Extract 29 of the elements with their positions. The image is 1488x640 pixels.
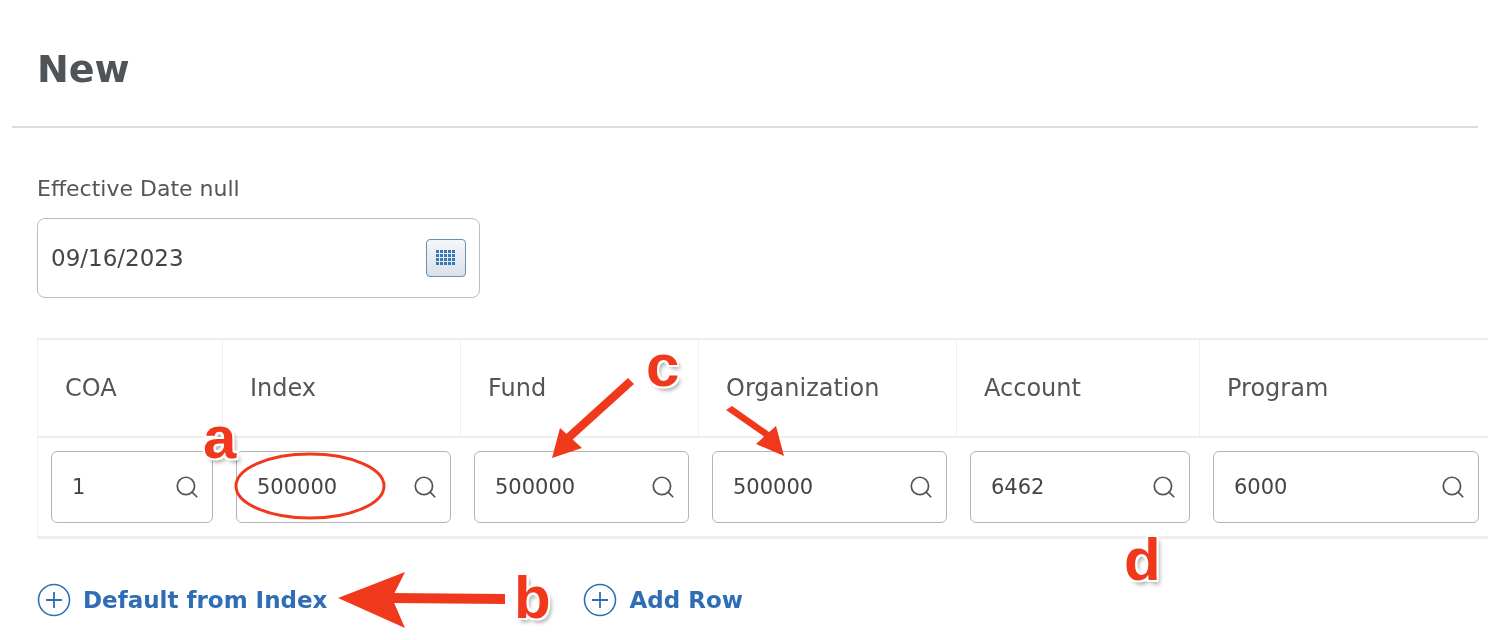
search-icon[interactable] — [1440, 474, 1466, 500]
plus-circle-icon — [37, 583, 71, 617]
action-link[interactable]: Default from Index — [37, 583, 328, 617]
annotation-letter: d — [1124, 534, 1161, 586]
annotation-letter: c — [646, 340, 680, 392]
page-title: New — [37, 46, 130, 92]
column-header: Index — [250, 374, 317, 402]
column-header: COA — [65, 374, 117, 402]
search-icon[interactable] — [412, 474, 438, 500]
lookup-field[interactable]: 500000 — [236, 451, 451, 523]
action-link[interactable]: Add Row — [583, 583, 743, 617]
date-field[interactable]: 09/16/2023 — [37, 218, 480, 298]
column-header: Account — [984, 374, 1081, 402]
lookup-field[interactable]: 500000 — [712, 451, 947, 523]
lookup-field[interactable]: 500000 — [474, 451, 689, 523]
lookup-field[interactable]: 6462 — [970, 451, 1190, 523]
search-icon[interactable] — [1151, 474, 1177, 500]
calendar-icon[interactable] — [426, 239, 466, 277]
plus-circle-icon — [583, 583, 618, 617]
field-label: Effective Date null — [37, 176, 240, 202]
arrow — [726, 406, 784, 456]
lookup-field[interactable]: 6000 — [1213, 451, 1479, 523]
annotation-letter: b — [514, 572, 551, 624]
column-header: Program — [1227, 374, 1329, 402]
search-icon[interactable] — [908, 474, 934, 500]
column-header: Fund — [488, 374, 547, 402]
column-header: Organization — [726, 374, 880, 402]
search-icon[interactable] — [174, 474, 200, 500]
search-icon[interactable] — [650, 474, 676, 500]
